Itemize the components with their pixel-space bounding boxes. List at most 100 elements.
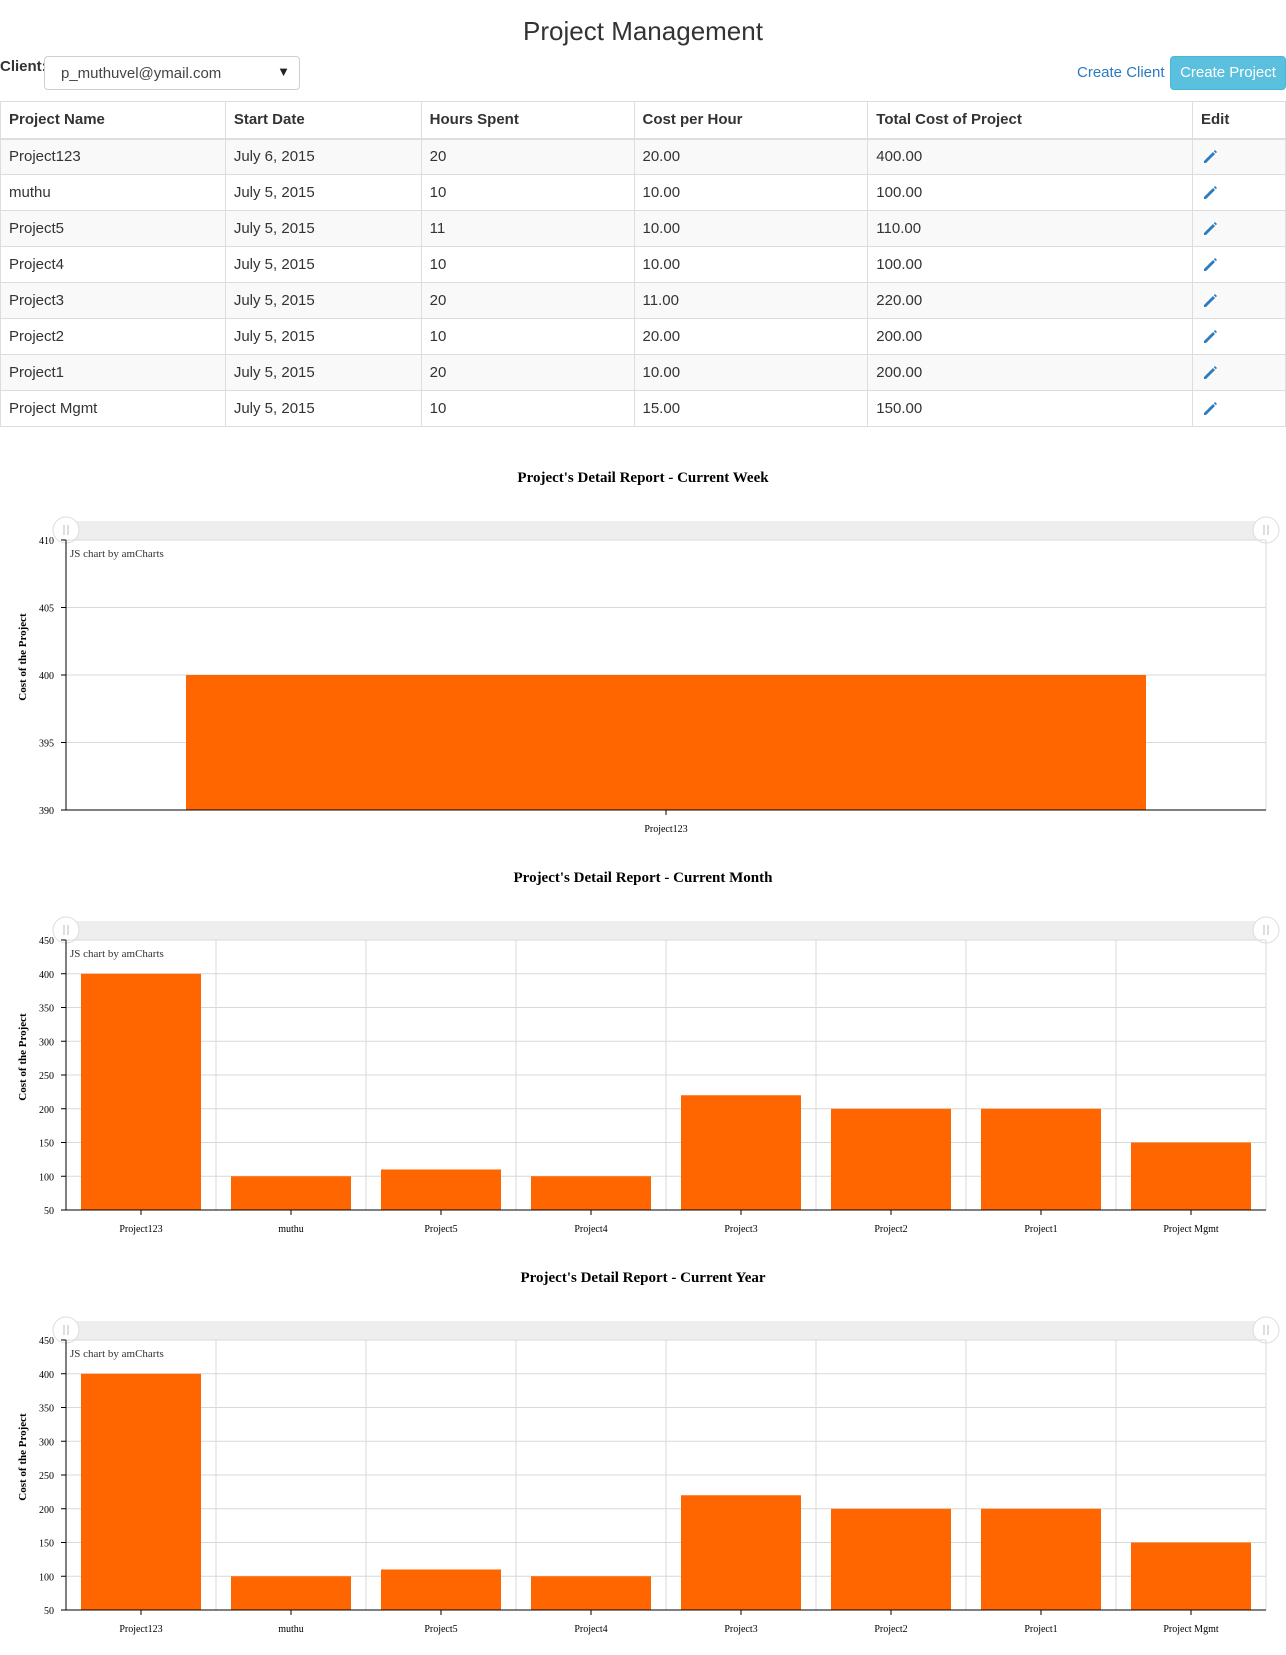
table-cell: 100.00: [867, 246, 1194, 283]
table-cell: 220.00: [867, 282, 1194, 319]
column-header: Total Cost of Project: [867, 101, 1194, 140]
scrollbar-handle-right[interactable]: [1252, 1316, 1280, 1344]
edit-cell: [1192, 210, 1286, 247]
table-body: Project123 July 6, 2015 20 20.00 400.00 muthu…: [0, 138, 1286, 427]
table-row: Project5 July 5, 2015 11 10.00 110.00: [0, 210, 1286, 247]
scrollbar-handle-right[interactable]: [1252, 916, 1280, 944]
chart-credit: JS chart by amCharts: [70, 1348, 164, 1360]
handle-knob: [1252, 1316, 1280, 1344]
table-cell: 10: [420, 318, 635, 355]
pencil-icon[interactable]: [1201, 400, 1219, 418]
table-cell: 10: [420, 174, 635, 211]
create-client-link[interactable]: Create Client: [1077, 64, 1165, 81]
projects-table: Project Name Start Date Hours Spent Cost…: [0, 101, 1286, 427]
table-cell: 10.00: [633, 354, 869, 391]
x-tick-label: Project2: [874, 1224, 907, 1235]
table-cell: July 5, 2015: [224, 354, 422, 391]
y-tick-label: 250: [39, 1471, 54, 1482]
x-tick-label: Project5: [424, 1624, 457, 1635]
chart-current-week: 390 395 400 405 410 Project123 Project's Deta…: [0, 470, 1286, 850]
y-tick-label: 100: [39, 1572, 54, 1583]
y-tick-label: 395: [39, 739, 54, 750]
edit-cell: [1192, 138, 1286, 175]
y-tick-label: 410: [39, 536, 54, 547]
y-tick-label: 400: [39, 671, 54, 682]
handle-knob: [52, 516, 80, 544]
table-row: muthu July 5, 2015 10 10.00 100.00: [0, 174, 1286, 211]
y-tick-label: 300: [39, 1437, 54, 1448]
table-cell: July 5, 2015: [224, 174, 422, 211]
y-tick-label: 400: [39, 1370, 54, 1381]
column-header: Hours Spent: [420, 101, 635, 140]
scrollbar-handle-left[interactable]: [52, 916, 80, 944]
table-row: Project1 July 5, 2015 20 10.00 200.00: [0, 354, 1286, 391]
table-cell: Project5: [0, 210, 226, 247]
table-cell: July 5, 2015: [224, 390, 422, 427]
scrollbar-handle-right[interactable]: [1252, 516, 1280, 544]
scrollbar-handle-left[interactable]: [52, 516, 80, 544]
table-cell: Project2: [0, 318, 226, 355]
create-project-button[interactable]: Create Project: [1170, 56, 1286, 90]
table-cell: Project4: [0, 246, 226, 283]
bar: [531, 1576, 651, 1610]
y-tick-label: 390: [39, 806, 54, 817]
table-cell: 10.00: [633, 210, 869, 247]
table-cell: 200.00: [867, 354, 1194, 391]
y-tick-label: 405: [39, 604, 54, 615]
y-tick-label: 250: [39, 1071, 54, 1082]
pencil-icon[interactable]: [1201, 328, 1219, 346]
client-select[interactable]: p_muthuvel@ymail.com ▼: [44, 56, 300, 90]
table-row: Project4 July 5, 2015 10 10.00 100.00: [0, 246, 1286, 283]
chart-scrollbar: [66, 1321, 1266, 1340]
y-axis-label: Cost of the Project: [17, 613, 29, 701]
handle-knob: [1252, 916, 1280, 944]
bar: [1131, 1542, 1251, 1610]
pencil-icon[interactable]: [1201, 364, 1219, 382]
table-cell: 400.00: [867, 138, 1194, 175]
table-row: Project3 July 5, 2015 20 11.00 220.00: [0, 282, 1286, 319]
y-tick-label: 400: [39, 970, 54, 981]
x-tick-label: muthu: [278, 1624, 304, 1635]
bar: [681, 1095, 801, 1210]
x-tick-label: Project3: [724, 1624, 757, 1635]
chart-svg: 390 395 400 405 410 Project123: [39, 516, 1280, 835]
x-tick-label: Project Mgmt: [1163, 1624, 1218, 1635]
x-tick-label: Project1: [1024, 1624, 1057, 1635]
bar: [681, 1495, 801, 1610]
bar: [381, 1569, 501, 1610]
pencil-icon[interactable]: [1201, 184, 1219, 202]
table-cell: Project Mgmt: [0, 390, 226, 427]
chart-credit: JS chart by amCharts: [70, 548, 164, 560]
table-cell: Project123: [0, 138, 226, 175]
edit-cell: [1192, 318, 1286, 355]
table-cell: Project1: [0, 354, 226, 391]
handle-knob: [52, 916, 80, 944]
y-tick-label: 200: [39, 1505, 54, 1516]
bar: [231, 1576, 351, 1610]
bar: [831, 1508, 951, 1610]
y-tick-label: 450: [39, 1336, 54, 1347]
client-select-value: p_muthuvel@ymail.com: [61, 65, 222, 82]
pencil-icon[interactable]: [1201, 292, 1219, 310]
chart-svg: 50 100 150 200 250 300 350 400 450 Project123 muth…: [39, 916, 1280, 1235]
pencil-icon[interactable]: [1201, 256, 1219, 274]
chart-title: Project's Detail Report - Current Month: [513, 870, 773, 886]
bar: [531, 1176, 651, 1210]
pencil-icon[interactable]: [1201, 220, 1219, 238]
table-cell: July 5, 2015: [224, 282, 422, 319]
chart-scrollbar: [66, 521, 1266, 540]
chart-svg: 50 100 150 200 250 300 350 400 450 Project123 muth…: [39, 1316, 1280, 1635]
table-cell: 11.00: [633, 282, 869, 319]
edit-cell: [1192, 354, 1286, 391]
handle-knob: [52, 1316, 80, 1344]
column-header: Start Date: [224, 101, 422, 140]
scrollbar-handle-left[interactable]: [52, 1316, 80, 1344]
y-axis-label: Cost of the Project: [17, 1413, 29, 1501]
column-header: Project Name: [0, 101, 226, 140]
table-cell: 10: [420, 390, 635, 427]
bar: [831, 1108, 951, 1210]
table-row: Project2 July 5, 2015 10 20.00 200.00: [0, 318, 1286, 355]
table-cell: Project3: [0, 282, 226, 319]
table-cell: 10.00: [633, 246, 869, 283]
pencil-icon[interactable]: [1201, 148, 1219, 166]
